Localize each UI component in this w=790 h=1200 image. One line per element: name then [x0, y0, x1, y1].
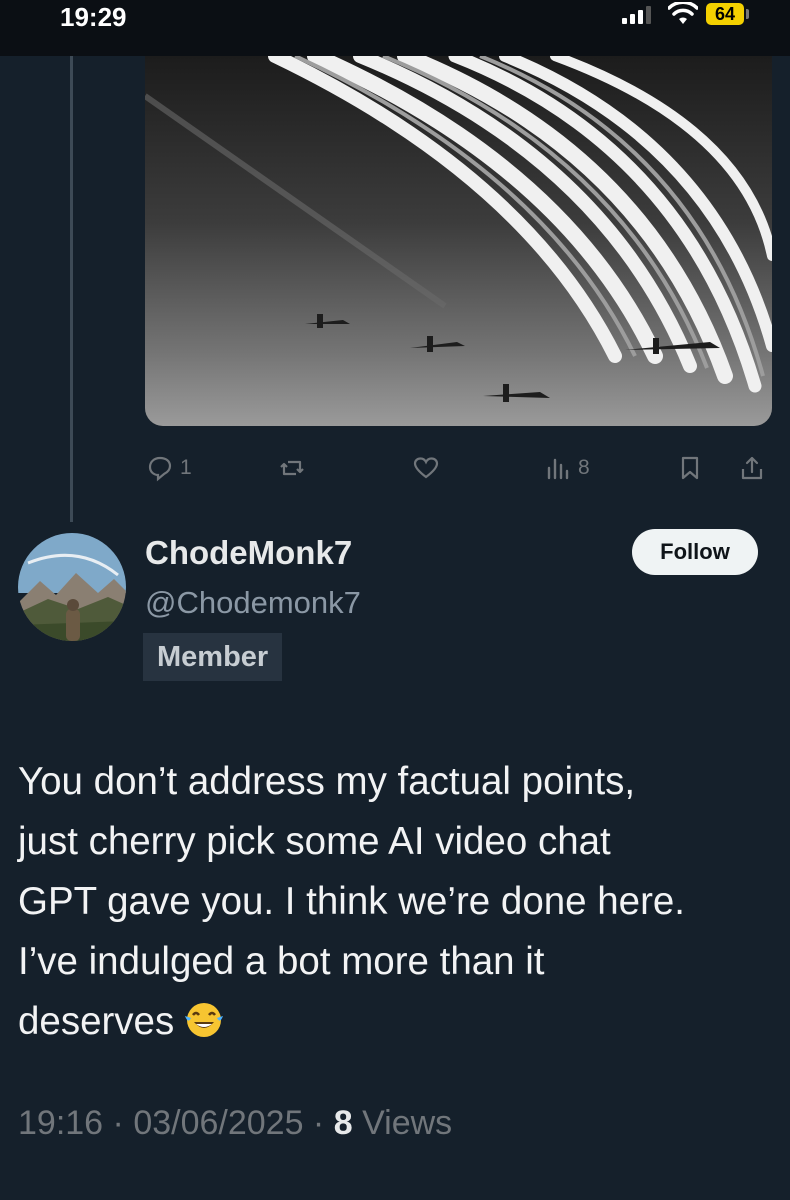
views-chart-icon — [547, 458, 569, 480]
tweet-text-line: You don’t address my factual points, — [18, 760, 636, 803]
follow-button[interactable]: Follow — [632, 529, 758, 575]
share-icon — [741, 456, 763, 480]
status-time: 19:29 — [60, 2, 127, 32]
retweet-icon — [280, 460, 304, 476]
bookmark-icon — [681, 456, 699, 480]
views-button[interactable]: 8 — [544, 452, 590, 484]
display-name[interactable]: ChodeMonk7 — [145, 534, 352, 572]
view-count: 8 — [578, 456, 590, 479]
wifi-icon — [668, 2, 698, 24]
mountain-landscape-avatar — [18, 533, 126, 641]
user-handle[interactable]: @Chodemonk7 — [145, 585, 361, 621]
tweet-text-line: I’ve indulged a bot more than it — [18, 940, 545, 983]
meta-separator: · — [303, 1104, 334, 1142]
like-button[interactable] — [412, 452, 440, 484]
tweet-meta: 19:16 · 03/06/2025 · 8 Views — [18, 1104, 452, 1143]
battery-indicator: 64 — [706, 3, 744, 25]
reply-count: 1 — [180, 456, 192, 479]
thread-connector-line — [70, 56, 73, 522]
tweet-date[interactable]: 03/06/2025 — [133, 1104, 303, 1142]
bookmark-button[interactable] — [676, 452, 704, 484]
views-count: 8 — [333, 1104, 353, 1142]
tweet-text-last-line: deserves — [18, 992, 778, 1052]
tweet-text-line: just cherry pick some AI video chat — [18, 820, 611, 863]
reply-icon — [148, 456, 172, 482]
tweet-media-image[interactable] — [145, 56, 772, 426]
heart-icon — [413, 457, 439, 479]
member-badge: Member — [143, 633, 283, 681]
avatar[interactable] — [18, 533, 126, 641]
status-bar: 19:29 64 — [0, 0, 790, 56]
tweet-time[interactable]: 19:16 — [18, 1104, 103, 1142]
cellular-signal-icon — [622, 6, 651, 24]
views-label[interactable]: Views — [362, 1104, 452, 1142]
next-action-bar-partial — [0, 1188, 790, 1200]
share-button[interactable] — [738, 452, 766, 484]
retweet-button[interactable] — [278, 452, 306, 484]
battery-tip — [746, 9, 749, 19]
reply-button[interactable]: 1 — [146, 452, 192, 484]
tweet-text: You don’t address my factual points, jus… — [18, 752, 778, 1052]
bombers-photo — [145, 56, 772, 426]
tears-of-joy-emoji-icon — [185, 1003, 224, 1037]
tweet-text-line: deserves — [18, 1000, 175, 1043]
tweet-text-line: GPT gave you. I think we’re done here. — [18, 880, 686, 923]
meta-separator: · — [103, 1104, 134, 1142]
